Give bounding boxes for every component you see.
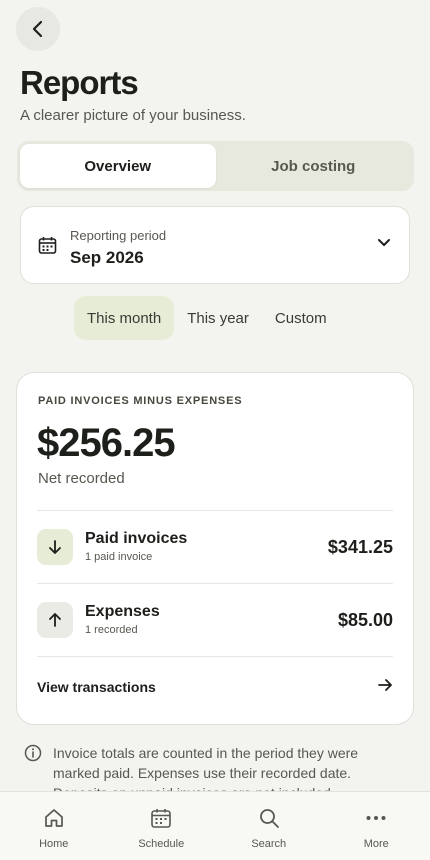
expenses-row: Expenses 1 recorded $85.00 <box>37 584 393 656</box>
reporting-period-select[interactable]: Reporting period Sep 2026 <box>20 206 410 284</box>
tab-overview[interactable]: Overview <box>20 144 216 188</box>
home-icon <box>44 809 63 827</box>
paid-invoices-row: Paid invoices 1 paid invoice $341.25 <box>37 511 393 583</box>
period-label: Reporting period <box>70 228 167 243</box>
summary-caption: PAID INVOICES MINUS EXPENSES <box>38 395 243 407</box>
nav-search[interactable]: Search <box>215 792 323 860</box>
nav-schedule[interactable]: Schedule <box>108 792 216 860</box>
range-chips: This month This year Custom <box>74 296 340 340</box>
calendar-icon <box>151 809 172 828</box>
arrow-up-icon <box>37 602 73 638</box>
row-subtitle: 1 recorded <box>85 624 138 636</box>
nav-label: Home <box>39 838 69 850</box>
chip-this-year[interactable]: This year <box>174 296 262 340</box>
info-icon <box>24 744 42 762</box>
divider <box>37 656 393 657</box>
arrow-down-icon <box>37 529 73 565</box>
tab-job-costing[interactable]: Job costing <box>216 144 412 188</box>
view-transactions-label: View transactions <box>37 679 156 695</box>
bottom-nav: Home Schedule Search More <box>0 791 430 860</box>
calendar-icon <box>38 237 57 254</box>
nav-label: Search <box>251 838 287 850</box>
row-amount: $85.00 <box>337 610 393 630</box>
more-icon <box>366 816 386 820</box>
nav-more[interactable]: More <box>323 792 430 860</box>
back-button[interactable] <box>16 7 60 51</box>
chevron-down-icon <box>378 239 390 246</box>
chevron-left-icon <box>32 20 43 38</box>
page-subtitle: A clearer picture of your business. <box>20 107 246 124</box>
nav-home[interactable]: Home <box>0 792 108 860</box>
nav-label: Schedule <box>138 838 185 850</box>
report-tabs: Overview Job costing <box>17 141 414 191</box>
nav-label: More <box>363 838 389 850</box>
row-title: Expenses <box>85 603 160 620</box>
net-summary-card: PAID INVOICES MINUS EXPENSES $256.25 Net… <box>16 372 414 725</box>
row-title: Paid invoices <box>85 530 188 547</box>
search-icon <box>259 809 279 828</box>
net-amount: $256.25 <box>37 421 176 465</box>
period-value: Sep 2026 <box>70 248 144 267</box>
view-transactions-link[interactable]: View transactions <box>37 665 393 709</box>
arrow-right-icon <box>378 679 392 691</box>
net-label: Net recorded <box>38 470 125 487</box>
row-amount: $341.25 <box>327 537 393 557</box>
chip-this-month[interactable]: This month <box>74 296 175 340</box>
page-title: Reports <box>20 64 139 101</box>
row-subtitle: 1 paid invoice <box>85 551 153 563</box>
chip-custom[interactable]: Custom <box>262 296 340 340</box>
